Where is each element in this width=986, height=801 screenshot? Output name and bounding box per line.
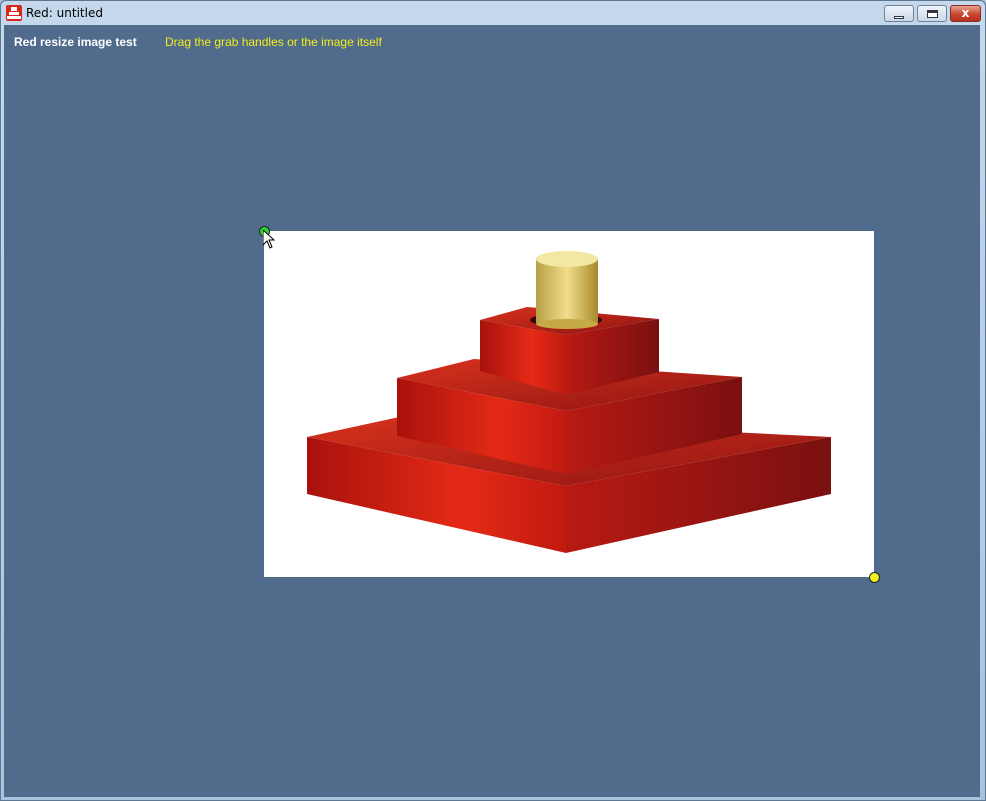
minimize-button[interactable] [884, 5, 914, 22]
window-client-area: Red resize image test Drag the grab hand… [4, 25, 980, 797]
restore-button[interactable] [917, 5, 947, 22]
red-logo-icon [6, 5, 22, 21]
bottom-right-grab-handle[interactable] [869, 572, 880, 583]
instruction-text: Drag the grab handles or the image itsel… [165, 35, 382, 49]
mouse-cursor-icon [263, 230, 275, 249]
pyramid-image [307, 251, 831, 553]
close-button[interactable]: x [950, 5, 981, 22]
resizable-image[interactable] [264, 231, 874, 577]
window-title: Red: untitled [26, 6, 103, 20]
close-icon: x [961, 6, 970, 20]
app-window: Red: untitled x Red resize image test Dr… [0, 0, 986, 801]
page-title: Red resize image test [14, 35, 137, 49]
title-bar[interactable]: Red: untitled x [1, 1, 985, 25]
